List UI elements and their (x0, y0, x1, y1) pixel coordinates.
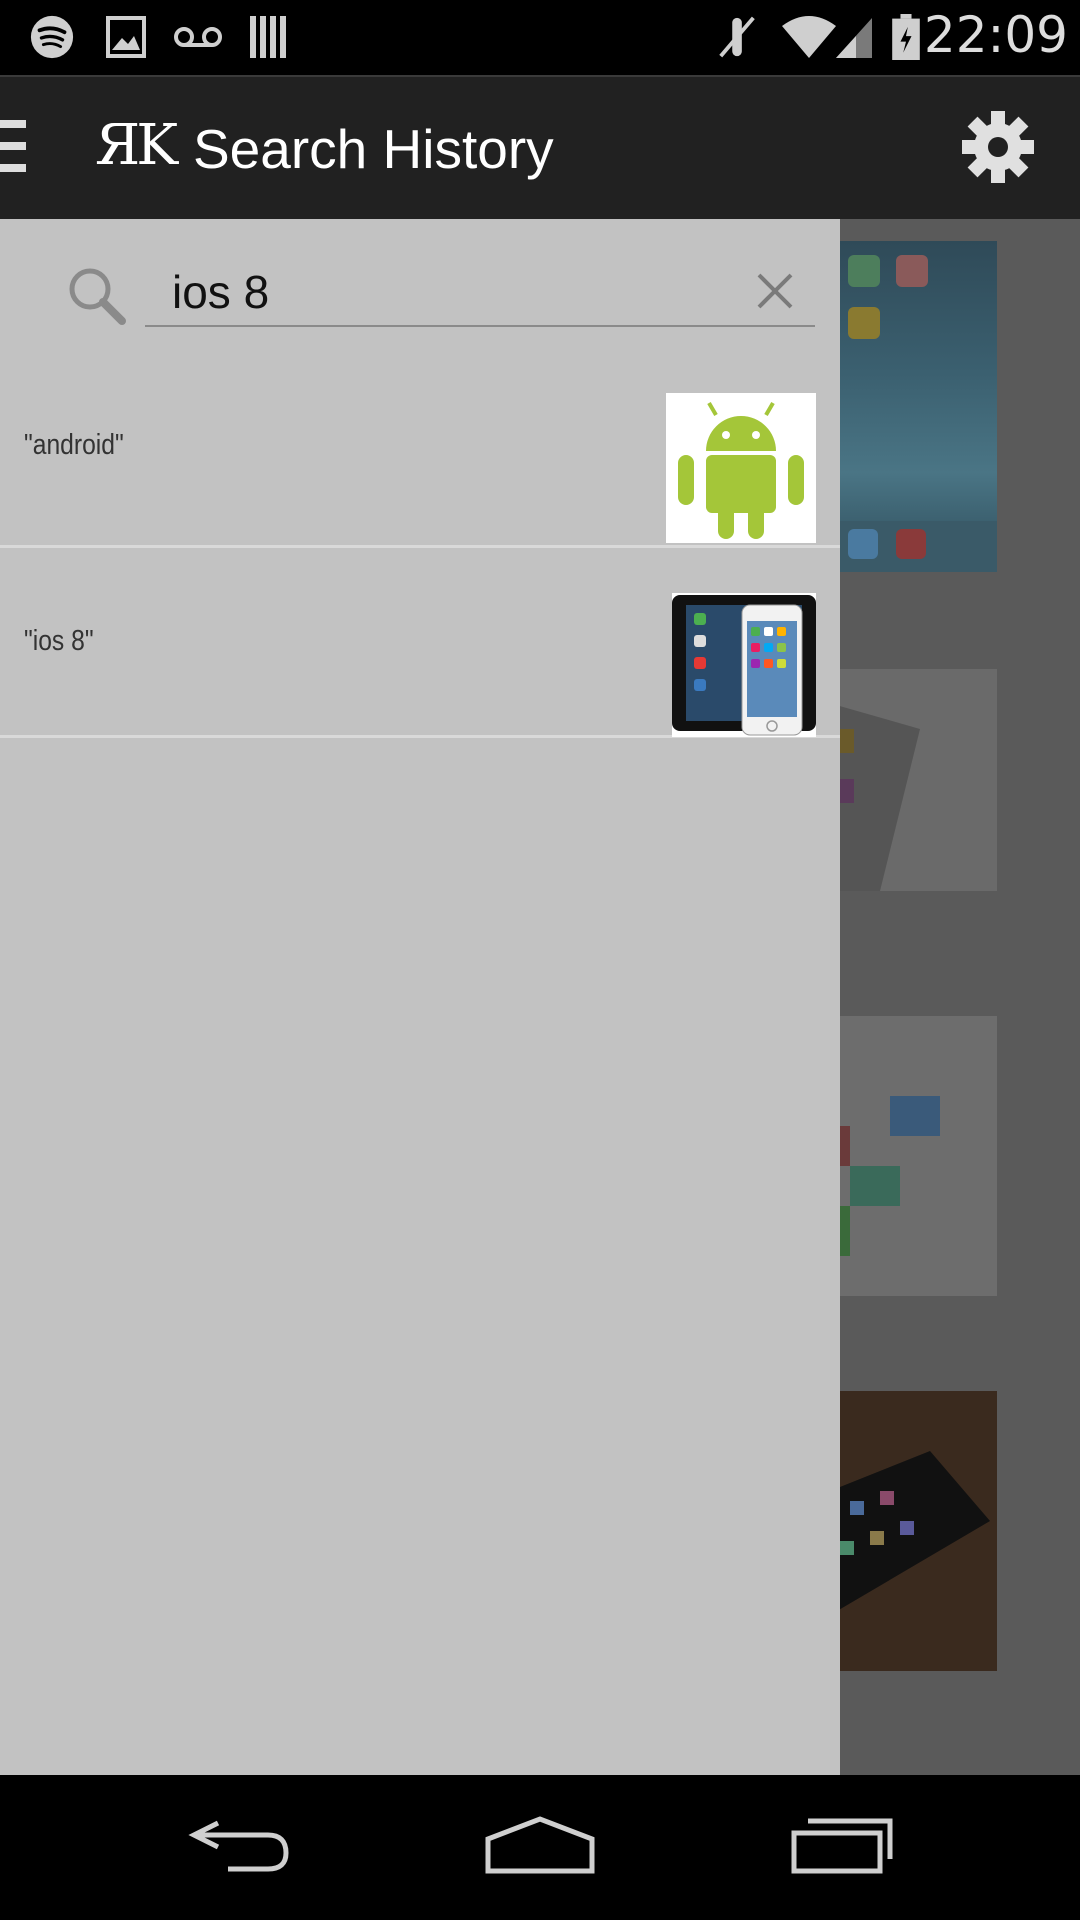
spotify-icon (30, 15, 74, 59)
list-item[interactable]: "ios 8" (0, 545, 840, 738)
close-icon[interactable] (755, 271, 795, 311)
android-thumbnail (666, 393, 816, 543)
action-bar: ЯK Search History (0, 75, 1080, 219)
system-nav-bar (0, 1775, 1080, 1920)
search-bar: ios 8 (0, 219, 840, 359)
home-icon[interactable] (484, 1815, 596, 1875)
image-icon (106, 16, 146, 58)
signal-icon (836, 18, 872, 58)
ipad-iphone-thumbnail (672, 593, 816, 737)
back-icon[interactable] (188, 1815, 292, 1875)
voicemail-icon (174, 27, 222, 47)
clock: 22:09 (923, 6, 1068, 64)
barcode-icon (250, 16, 286, 58)
search-icon (69, 268, 126, 325)
hamburger-icon[interactable] (0, 120, 26, 180)
search-input-value: ios 8 (172, 266, 270, 318)
battery-charging-icon (892, 14, 920, 60)
gear-icon[interactable] (960, 109, 1036, 185)
mute-icon (719, 16, 755, 58)
app-logo[interactable]: ЯK (95, 113, 178, 178)
history-query-label: "ios 8" (24, 625, 94, 657)
history-query-label: "android" (24, 429, 124, 461)
search-history-drawer: ios 8 "android" "ios 8" (0, 219, 840, 1775)
wifi-icon (782, 16, 836, 58)
recents-icon[interactable] (790, 1815, 896, 1875)
page-title: Search History (193, 118, 554, 180)
search-input[interactable]: ios 8 (145, 259, 815, 327)
status-bar: 22:09 (0, 0, 1080, 75)
list-item[interactable]: "android" (0, 359, 840, 548)
